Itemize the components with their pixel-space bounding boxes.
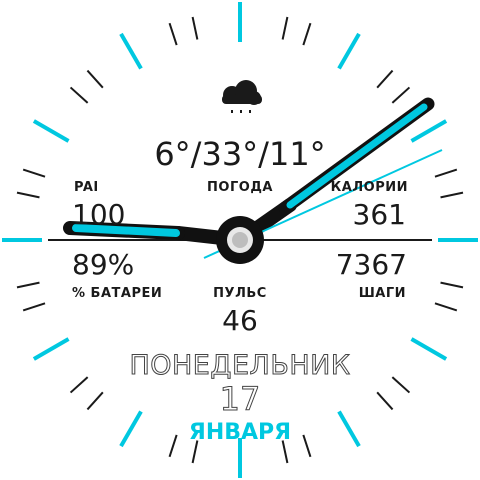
minute-tick: [69, 86, 89, 104]
day-of-month: 17: [219, 380, 261, 419]
minute-tick: [391, 86, 411, 104]
hour-marker: [337, 32, 361, 70]
weekday: ПОНЕДЕЛЬНИК: [129, 350, 351, 382]
minute-tick: [86, 69, 104, 89]
pai-value: 100: [72, 198, 126, 231]
calories-label: КАЛОРИИ: [330, 180, 408, 195]
minute-tick: [302, 22, 312, 46]
battery-value: 89%: [72, 248, 135, 281]
hour-marker: [119, 32, 143, 70]
minute-tick: [168, 22, 178, 46]
pulse-value: 46: [222, 304, 258, 337]
center-cap: [216, 216, 264, 264]
pai-label: PAI: [74, 180, 99, 195]
pulse-label: ПУЛЬС: [213, 286, 267, 301]
minute-tick: [376, 69, 394, 89]
weather-temperatures: 6°/33°/11°: [154, 135, 326, 173]
steps-value: 7367: [335, 248, 407, 281]
weather-label: ПОГОДА: [207, 180, 273, 195]
minute-tick: [191, 16, 199, 40]
month: ЯНВАРЯ: [188, 420, 292, 445]
rain-cloud-icon: [222, 80, 262, 113]
calories-value: 361: [352, 198, 406, 231]
minute-tick: [281, 16, 289, 40]
